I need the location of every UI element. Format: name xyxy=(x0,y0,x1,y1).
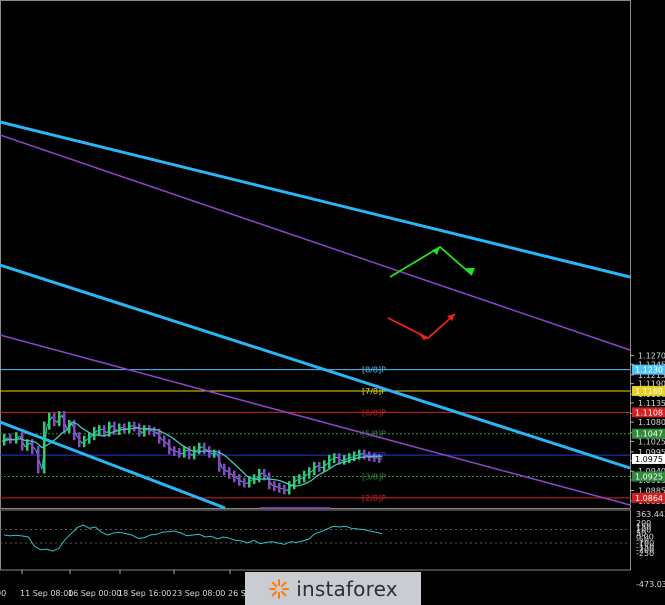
price-candle xyxy=(83,435,86,448)
murray-price-tag-label: 1.1169 xyxy=(635,387,663,396)
price-candle xyxy=(178,447,181,458)
price-candle xyxy=(343,454,346,465)
murray-price-tag-label: 1.0925 xyxy=(635,472,663,481)
price-tick-label: 1.1135 xyxy=(638,399,665,408)
time-axis: 00 11 Sep 08:0016 Sep 00:0018 Sep 16:0023… xyxy=(0,570,251,598)
price-candle xyxy=(238,474,241,486)
price-candle xyxy=(193,446,196,460)
price-candle xyxy=(283,484,286,495)
price-tick-label: 1.1080 xyxy=(638,418,665,427)
price-tick-label: 1.1270 xyxy=(638,352,665,361)
price-candle xyxy=(3,433,6,446)
price-path xyxy=(1,414,383,492)
murray-level-label: [8/8]P xyxy=(362,366,386,375)
price-candle xyxy=(113,421,116,435)
price-candle xyxy=(273,481,276,491)
price-chart: 1.12701.12451.12151.11901.11601.11351.11… xyxy=(0,0,665,598)
time-axis-label: 00 xyxy=(0,589,6,598)
channel-line xyxy=(0,334,631,506)
price-candle xyxy=(63,411,66,434)
price-candle xyxy=(9,433,12,444)
price-candle xyxy=(93,426,96,441)
price-candle xyxy=(138,423,141,437)
price-candle xyxy=(313,461,316,476)
price-candle xyxy=(233,470,236,483)
price-candle xyxy=(318,461,321,472)
murray-price-tag-label: 1.0864 xyxy=(635,494,663,503)
price-candle xyxy=(78,432,81,448)
price-candle xyxy=(258,468,261,483)
instaforex-watermark: instaforex xyxy=(245,572,421,605)
price-candle xyxy=(378,453,381,463)
price-candle xyxy=(183,446,186,458)
instaforex-logo-icon xyxy=(269,578,290,599)
price-candle xyxy=(118,423,121,435)
price-candle xyxy=(208,446,211,458)
price-candle xyxy=(15,432,18,444)
price-candle xyxy=(288,481,291,495)
price-candle xyxy=(143,425,146,437)
time-axis-label: 16 Sep 00:00 xyxy=(68,589,121,598)
price-candle xyxy=(53,412,56,427)
oscillator-tick-label: 363.4436 xyxy=(636,510,665,519)
price-candle xyxy=(163,435,166,448)
price-candle xyxy=(98,425,101,435)
price-candle xyxy=(333,453,336,463)
price-candle xyxy=(173,446,176,456)
price-candle xyxy=(58,411,61,427)
current-price-label: 1.0975 xyxy=(635,455,663,464)
oscillator-tick-label: -250 xyxy=(636,549,654,558)
price-candle xyxy=(323,460,326,472)
price-tick-label: 1.1025 xyxy=(638,437,665,446)
price-candle xyxy=(373,453,376,462)
price-candle xyxy=(153,426,156,437)
price-candle xyxy=(328,454,331,469)
oscillator-tick-label: -473.030 xyxy=(636,580,665,589)
price-candle xyxy=(298,474,301,484)
price-candle xyxy=(303,470,306,483)
murray-level-label: [2/8]P xyxy=(362,494,386,503)
price-candle xyxy=(278,482,281,493)
time-axis-label: 11 Sep 08:00 xyxy=(20,589,73,598)
price-candle xyxy=(363,449,366,460)
time-axis-label: 18 Sep 16:00 xyxy=(118,589,171,598)
price-candle xyxy=(133,421,136,432)
bearish-forecast-arrow xyxy=(387,313,456,340)
murray-level-label: [3/8]P xyxy=(362,472,386,481)
channel-line xyxy=(0,420,226,510)
price-candle xyxy=(21,432,24,451)
channel-line xyxy=(0,134,631,351)
price-candle xyxy=(243,477,246,488)
watermark-text: instaforex xyxy=(296,576,398,601)
price-candle xyxy=(123,423,126,434)
murray-price-tag-label: 1.1230 xyxy=(635,366,663,375)
price-candle xyxy=(308,467,311,479)
price-candle xyxy=(37,446,40,474)
murray-level-label: [6/8]P xyxy=(362,408,386,417)
price-candle xyxy=(148,425,151,435)
price-candle xyxy=(168,439,171,455)
price-candle xyxy=(48,412,51,430)
price-candle xyxy=(293,475,296,490)
price-panel: 1.12701.12451.12151.11901.11601.11351.11… xyxy=(0,0,665,510)
murray-price-tag-label: 1.1108 xyxy=(635,408,663,417)
oscillator-panel-frame xyxy=(0,509,631,571)
price-candle xyxy=(223,463,226,476)
time-axis-label: 23 Sep 08:00 xyxy=(172,589,225,598)
price-candle xyxy=(128,421,131,434)
bullish-arrowhead xyxy=(432,247,440,255)
price-candle xyxy=(228,467,231,479)
price-candle xyxy=(203,442,206,455)
price-candle xyxy=(268,472,271,490)
murray-price-tag-label: 1.1047 xyxy=(635,430,663,439)
channel-line xyxy=(0,120,631,279)
oscillator-line xyxy=(3,524,383,552)
price-candle xyxy=(198,442,201,455)
